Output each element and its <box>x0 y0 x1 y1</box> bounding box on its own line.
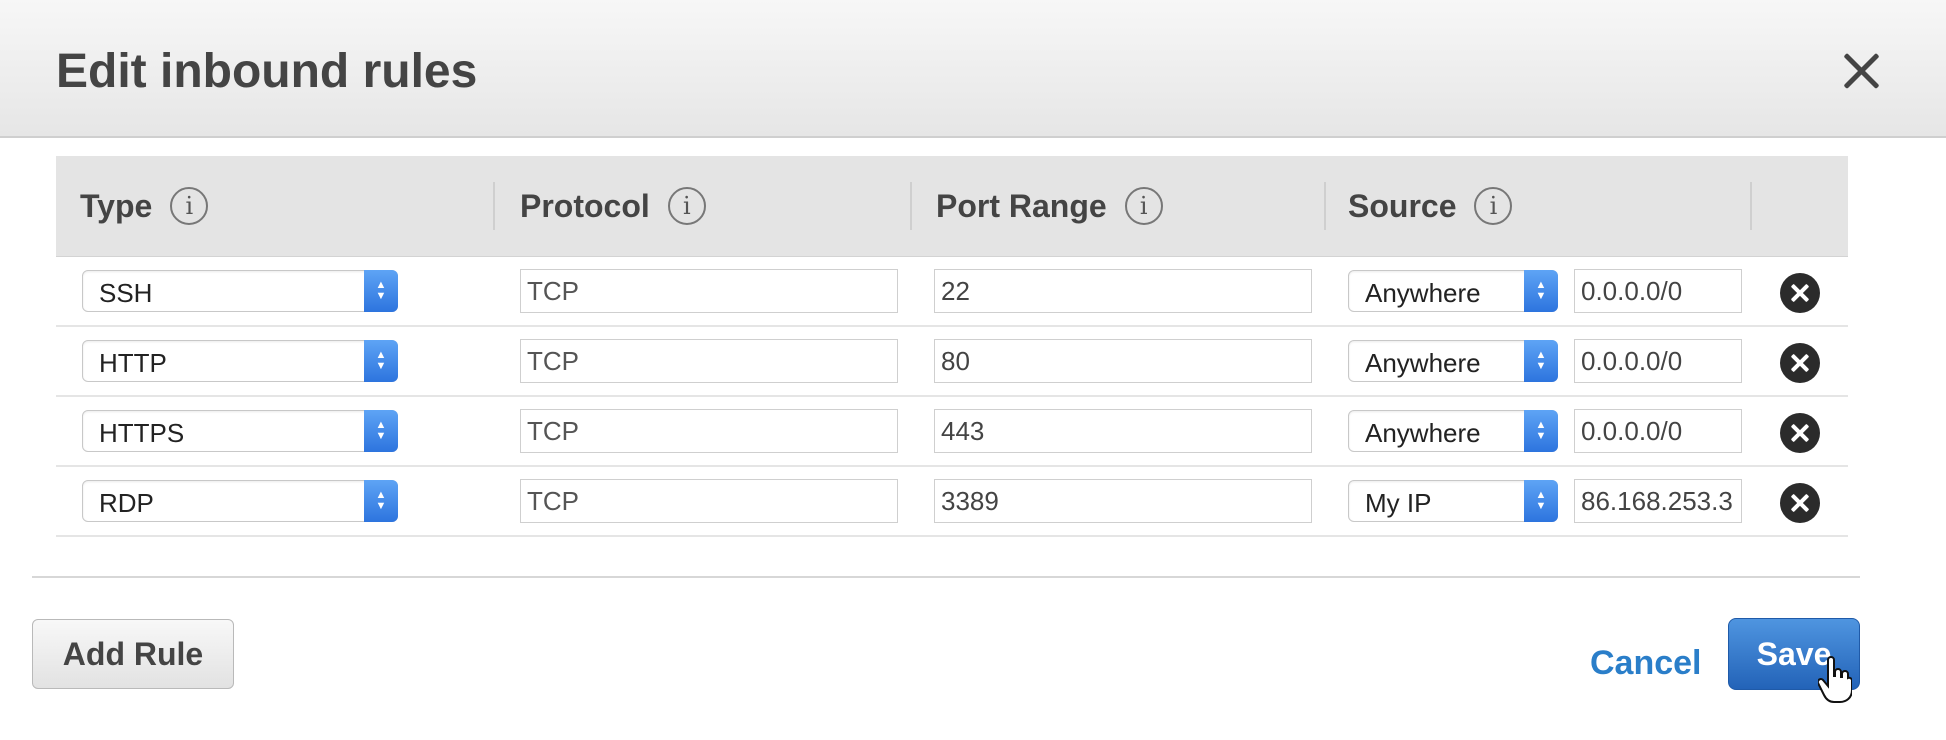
chevron-updown-icon: ▲ ▼ <box>364 480 398 522</box>
chevron-updown-icon: ▲ ▼ <box>1524 340 1558 382</box>
header-port-range: Port Range i <box>936 156 1163 256</box>
source-select[interactable]: Anywhere ▲ ▼ <box>1348 410 1558 452</box>
remove-rule-icon[interactable] <box>1780 413 1820 453</box>
type-select[interactable]: HTTP ▲ ▼ <box>82 340 398 382</box>
type-select[interactable]: RDP ▲ ▼ <box>82 480 398 522</box>
type-select[interactable]: HTTPS ▲ ▼ <box>82 410 398 452</box>
cidr-field[interactable] <box>1574 409 1742 453</box>
type-select-value: SSH <box>99 278 153 308</box>
protocol-field[interactable] <box>520 339 898 383</box>
header-type-label: Type <box>80 187 153 224</box>
cidr-field[interactable] <box>1574 269 1742 313</box>
source-select[interactable]: Anywhere ▲ ▼ <box>1348 340 1558 382</box>
type-select-value: HTTPS <box>99 418 185 448</box>
protocol-field[interactable] <box>520 409 898 453</box>
protocol-field[interactable] <box>520 479 898 523</box>
column-divider <box>1750 182 1752 230</box>
table-header: Type i Protocol i Port Range i Source i <box>56 156 1848 257</box>
header-protocol: Protocol i <box>520 156 706 256</box>
column-divider <box>493 182 495 230</box>
port-range-field[interactable] <box>934 339 1312 383</box>
type-select-value: RDP <box>99 488 154 518</box>
port-range-field[interactable] <box>934 479 1312 523</box>
info-icon[interactable]: i <box>1124 187 1163 225</box>
table-row: SSH ▲▼ Anywhere ▲▼ <box>56 257 1848 327</box>
column-divider <box>1324 182 1326 230</box>
port-range-field[interactable] <box>934 409 1312 453</box>
table-row: RDP ▲▼ My IP ▲▼ <box>56 467 1848 537</box>
table-row: HTTP ▲▼ Anywhere ▲▼ <box>56 327 1848 397</box>
dialog-title: Edit inbound rules <box>56 45 478 98</box>
remove-rule-icon[interactable] <box>1780 483 1820 523</box>
chevron-updown-icon: ▲ ▼ <box>1524 410 1558 452</box>
source-select[interactable]: My IP ▲ ▼ <box>1348 480 1558 522</box>
info-icon[interactable]: i <box>1474 187 1513 225</box>
footer-divider <box>32 576 1860 578</box>
type-select[interactable]: SSH ▲ ▼ <box>82 270 398 312</box>
column-divider <box>910 182 912 230</box>
header-source-label: Source <box>1348 187 1457 224</box>
source-select[interactable]: Anywhere ▲ ▼ <box>1348 270 1558 312</box>
source-select-value: Anywhere <box>1365 418 1481 448</box>
source-select-value: My IP <box>1365 488 1432 518</box>
dialog-header: Edit inbound rules <box>0 0 1946 138</box>
cidr-field[interactable] <box>1574 479 1742 523</box>
cidr-field[interactable] <box>1574 339 1742 383</box>
info-icon[interactable]: i <box>667 187 706 225</box>
header-protocol-label: Protocol <box>520 187 650 224</box>
header-port-range-label: Port Range <box>936 187 1107 224</box>
chevron-updown-icon: ▲ ▼ <box>1524 480 1558 522</box>
remove-rule-icon[interactable] <box>1780 343 1820 383</box>
inbound-rules-table: Type i Protocol i Port Range i Source i … <box>56 156 1848 537</box>
port-range-field[interactable] <box>934 269 1312 313</box>
chevron-updown-icon: ▲ ▼ <box>364 340 398 382</box>
source-select-value: Anywhere <box>1365 278 1481 308</box>
header-source: Source i <box>1348 156 1513 256</box>
chevron-updown-icon: ▲ ▼ <box>1524 270 1558 312</box>
chevron-updown-icon: ▲ ▼ <box>364 270 398 312</box>
protocol-field[interactable] <box>520 269 898 313</box>
chevron-updown-icon: ▲ ▼ <box>364 410 398 452</box>
header-type: Type i <box>80 156 209 256</box>
source-select-value: Anywhere <box>1365 348 1481 378</box>
close-icon[interactable] <box>1838 48 1884 94</box>
type-select-value: HTTP <box>99 348 167 378</box>
info-icon[interactable]: i <box>170 187 209 225</box>
add-rule-button[interactable]: Add Rule <box>32 619 234 689</box>
hand-cursor-icon <box>1818 656 1852 703</box>
remove-rule-icon[interactable] <box>1780 273 1820 313</box>
cancel-button[interactable]: Cancel <box>1590 644 1702 683</box>
table-row: HTTPS ▲▼ Anywhere ▲▼ <box>56 397 1848 467</box>
